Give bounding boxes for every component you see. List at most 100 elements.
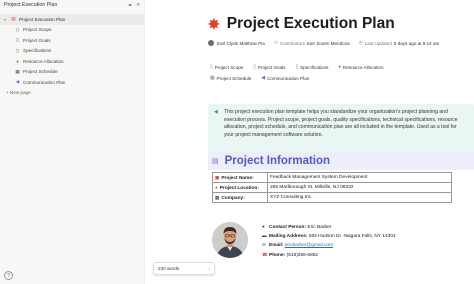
- clipboard-icon: ▣: [215, 174, 220, 180]
- contact-person-label: Contact Person:: [269, 225, 307, 230]
- mailing-address-value[interactable]: 583 Hudson Dr. Niagara Falls, NY 14304: [309, 234, 396, 239]
- word-count-widget[interactable]: 230 words ›: [153, 262, 215, 275]
- chip-project-scope[interactable]: ▯ Project Scope: [208, 64, 245, 71]
- sidebar-item-label: Project Execution Plan: [19, 16, 66, 22]
- chip-label: Specifications: [300, 65, 329, 70]
- table-row: ▣ Project Name: Feedback Management Syste…: [212, 172, 452, 183]
- sidebar-title: Project Execution Plan: [4, 2, 58, 8]
- doc-icon: ▯: [16, 26, 19, 32]
- link-icon[interactable]: ⚭: [128, 2, 133, 9]
- table-key: Project Location:: [219, 185, 259, 191]
- section-title[interactable]: Project Information: [225, 155, 330, 167]
- chip-label: Resource Allocation: [342, 65, 384, 70]
- megaphone-icon: ◀: [15, 79, 20, 85]
- table-row: ● Project Location: 265 Marlborough St. M…: [212, 182, 452, 193]
- sidebar-item-resource-allocation[interactable]: ♦ Resource Allocation: [0, 56, 144, 67]
- calendar-icon: ▦: [15, 68, 20, 74]
- new-page-button[interactable]: + New page: [0, 88, 144, 98]
- table-key: Company:: [221, 195, 245, 201]
- table-value[interactable]: Feedback Management System Development: [267, 172, 452, 183]
- page-title-text[interactable]: Project Execution Plan: [227, 15, 395, 33]
- chip-label: Project Schedule: [216, 76, 252, 81]
- subpage-links: ▯ Project Scope ▯ Project Goals ▯ Specif…: [208, 64, 458, 86]
- avatar: [208, 40, 214, 46]
- table-value[interactable]: 265 Marlborough St. Millville, NJ 08332: [267, 182, 452, 193]
- email-link[interactable]: ericbarber@gmail.com: [285, 243, 333, 248]
- contributors-value[interactable]: Kier Zonen Mendoza: [307, 41, 350, 46]
- sparkle-icon: ✸: [208, 15, 220, 32]
- chip-project-schedule[interactable]: ▦ Project Schedule: [208, 75, 253, 82]
- resource-icon: ♦: [16, 58, 19, 64]
- document-icon: ▤: [212, 158, 219, 165]
- sidebar-item-label: Project Scope: [23, 27, 52, 33]
- template-callout: ◀ This project execution plan template h…: [208, 104, 474, 154]
- pin-icon: ●: [215, 184, 218, 190]
- help-icon[interactable]: ?: [4, 271, 13, 280]
- doc-icon: ▯: [210, 65, 213, 70]
- sidebar-item-project-schedule[interactable]: ▦ Project Schedule: [0, 67, 144, 78]
- contact-photo: [212, 222, 248, 258]
- contact-person-line: ● Contact Person: Eric Barber: [262, 223, 396, 232]
- doc-icon: ▯: [16, 37, 19, 43]
- table-row: ▥ Company: XYZ Consulting Inc.: [212, 192, 452, 203]
- chevron-left-icon[interactable]: «: [137, 2, 140, 9]
- sidebar-item-label: Specifications: [23, 48, 52, 54]
- calendar-icon: ▦: [210, 76, 215, 81]
- chip-resource-allocation[interactable]: ♦ Resource Allocation: [336, 64, 385, 71]
- sidebar-item-label: Project Schedule: [23, 69, 58, 75]
- document-icon: ▤: [11, 16, 16, 22]
- resource-icon: ♦: [338, 65, 341, 70]
- people-icon: ⚇: [273, 40, 278, 45]
- doc-icon: ▯: [253, 65, 256, 70]
- sidebar: Project Execution Plan ⚭ « ▾ ▤ Project E…: [0, 0, 145, 284]
- phone-line: ☎Phone: (518)386-6852: [262, 251, 396, 260]
- sidebar-item-label: Project Goals: [23, 37, 51, 43]
- sidebar-item-specifications[interactable]: ▯ Specifications: [0, 46, 144, 57]
- megaphone-icon: ◀: [261, 76, 265, 81]
- contact-person-value[interactable]: Eric Barber: [307, 225, 331, 230]
- person-icon: ●: [262, 224, 265, 229]
- word-count-text: 230 words: [158, 266, 180, 271]
- mailbox-icon: ▬: [262, 233, 267, 239]
- email-label: Email:: [269, 243, 284, 249]
- table-value[interactable]: XYZ Consulting Inc.: [267, 192, 452, 203]
- envelope-icon: ✉: [262, 242, 266, 248]
- megaphone-icon: ◀: [214, 109, 218, 115]
- building-icon: ▥: [215, 194, 220, 200]
- owner-name[interactable]: Earl Clyde Matthew Pia: [217, 41, 265, 46]
- sidebar-item-project-scope[interactable]: ▯ Project Scope: [0, 25, 144, 36]
- email-line: ✉ Email: ericbarber@gmail.com: [262, 241, 396, 250]
- mailing-address-line: ▬ Mailing Address: 583 Hudson Dr. Niagara…: [262, 232, 396, 241]
- clock-icon: ◷: [358, 40, 363, 45]
- mailing-address-label: Mailing Address:: [269, 234, 308, 240]
- sidebar-item-label: Communication Plan: [23, 79, 66, 85]
- chip-project-goals[interactable]: ▯ Project Goals: [251, 64, 287, 71]
- callout-text[interactable]: This project execution plan template hel…: [224, 109, 458, 138]
- chip-specifications[interactable]: ▯ Specifications: [293, 64, 330, 71]
- document-area: ✸ Project Execution Plan Earl Clyde Matt…: [196, 0, 474, 284]
- page-title: ✸ Project Execution Plan: [208, 15, 395, 33]
- sidebar-item-communication-plan[interactable]: ◀ Communication Plan: [0, 77, 144, 88]
- page-meta: Earl Clyde Matthew Pia ⚇ Contributors Ki…: [208, 40, 439, 46]
- section-header-project-information: ▤ Project Information: [208, 152, 474, 170]
- contact-details: ● Contact Person: Eric Barber ▬ Mailing Ad…: [262, 223, 396, 260]
- doc-icon: ▯: [295, 65, 299, 70]
- sidebar-item-label: Resource Allocation: [23, 58, 64, 64]
- chevron-right-icon[interactable]: ›: [208, 266, 210, 271]
- chip-label: Communication Plan: [266, 76, 310, 81]
- sidebar-item-project-execution-plan[interactable]: ▾ ▤ Project Execution Plan: [0, 14, 144, 25]
- chip-label: Project Scope: [214, 65, 244, 70]
- phone-value[interactable]: (518)386-6852: [287, 253, 318, 258]
- sidebar-header: Project Execution Plan ⚭ «: [0, 0, 144, 10]
- doc-icon: ▯: [16, 47, 19, 53]
- phone-label: Phone:: [269, 252, 286, 258]
- updated-value: 5 days ago at 9:14 am: [393, 40, 440, 46]
- phone-icon: ☎: [262, 251, 268, 257]
- contributors-label: Contributors: [279, 40, 305, 46]
- chip-label: Project Goals: [257, 65, 286, 70]
- updated-label: Last Updated: [364, 40, 392, 46]
- project-info-table: ▣ Project Name: Feedback Management Syste…: [212, 172, 452, 203]
- sidebar-item-project-goals[interactable]: ▯ Project Goals: [0, 35, 144, 46]
- chip-communication-plan[interactable]: ◀ Communication Plan: [259, 75, 311, 82]
- table-key: Project Name:: [221, 175, 254, 181]
